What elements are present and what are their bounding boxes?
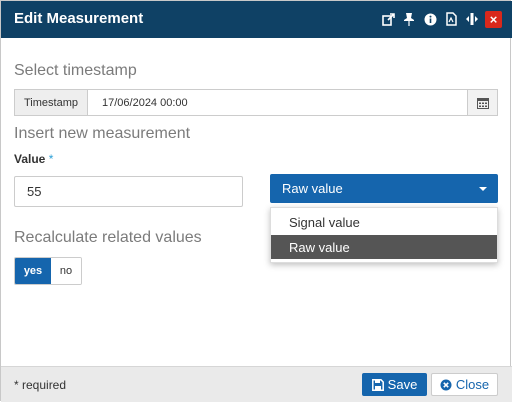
value-label: Value * [14,152,53,166]
dialog-title: Edit Measurement [14,10,144,27]
option-raw-value[interactable]: Raw value [271,235,497,259]
close-button[interactable]: Close [431,373,498,396]
save-icon [371,378,384,391]
required-asterisk: * [48,152,54,166]
edit-measurement-dialog: Edit Measurement × Select timestamp Time… [0,0,512,402]
pdf-icon[interactable] [443,10,459,28]
dialog-titlebar: Edit Measurement × [1,1,512,38]
recalculate-heading: Recalculate related values [14,229,202,246]
recalculate-yes-button[interactable]: yes [15,258,51,284]
calendar-icon [476,97,489,109]
external-link-icon[interactable] [380,10,396,28]
value-type-dropdown: Signal value Raw value [270,207,498,263]
save-label: Save [387,377,418,392]
required-note: * required [14,378,67,392]
pin-icon[interactable] [401,10,417,28]
titlebar-toolbar: × [380,10,502,28]
timestamp-input-group: Timestamp 17/06/2024 00:00 [14,89,498,116]
chevron-down-icon [479,187,487,191]
recalculate-no-button[interactable]: no [51,258,81,284]
timestamp-addon: Timestamp [15,90,88,115]
select-timestamp-heading: Select timestamp [14,62,137,79]
recalculate-toggle: yes no [14,257,82,285]
info-icon[interactable] [422,10,438,28]
resize-icon[interactable] [464,10,480,28]
close-label: Close [455,377,490,392]
timestamp-input[interactable]: 17/06/2024 00:00 [88,90,467,115]
save-button[interactable]: Save [362,373,427,396]
calendar-button[interactable] [467,90,497,115]
option-signal-value[interactable]: Signal value [271,210,497,234]
value-type-selected: Raw value [282,181,343,196]
insert-measurement-heading: Insert new measurement [14,125,191,142]
value-type-select[interactable]: Raw value [270,174,498,203]
value-input[interactable]: 55 [14,176,243,207]
dialog-footer: * required Save Close [1,366,512,402]
value-label-text: Value [14,152,46,166]
close-icon[interactable]: × [485,10,502,28]
close-circle-icon [440,379,452,390]
